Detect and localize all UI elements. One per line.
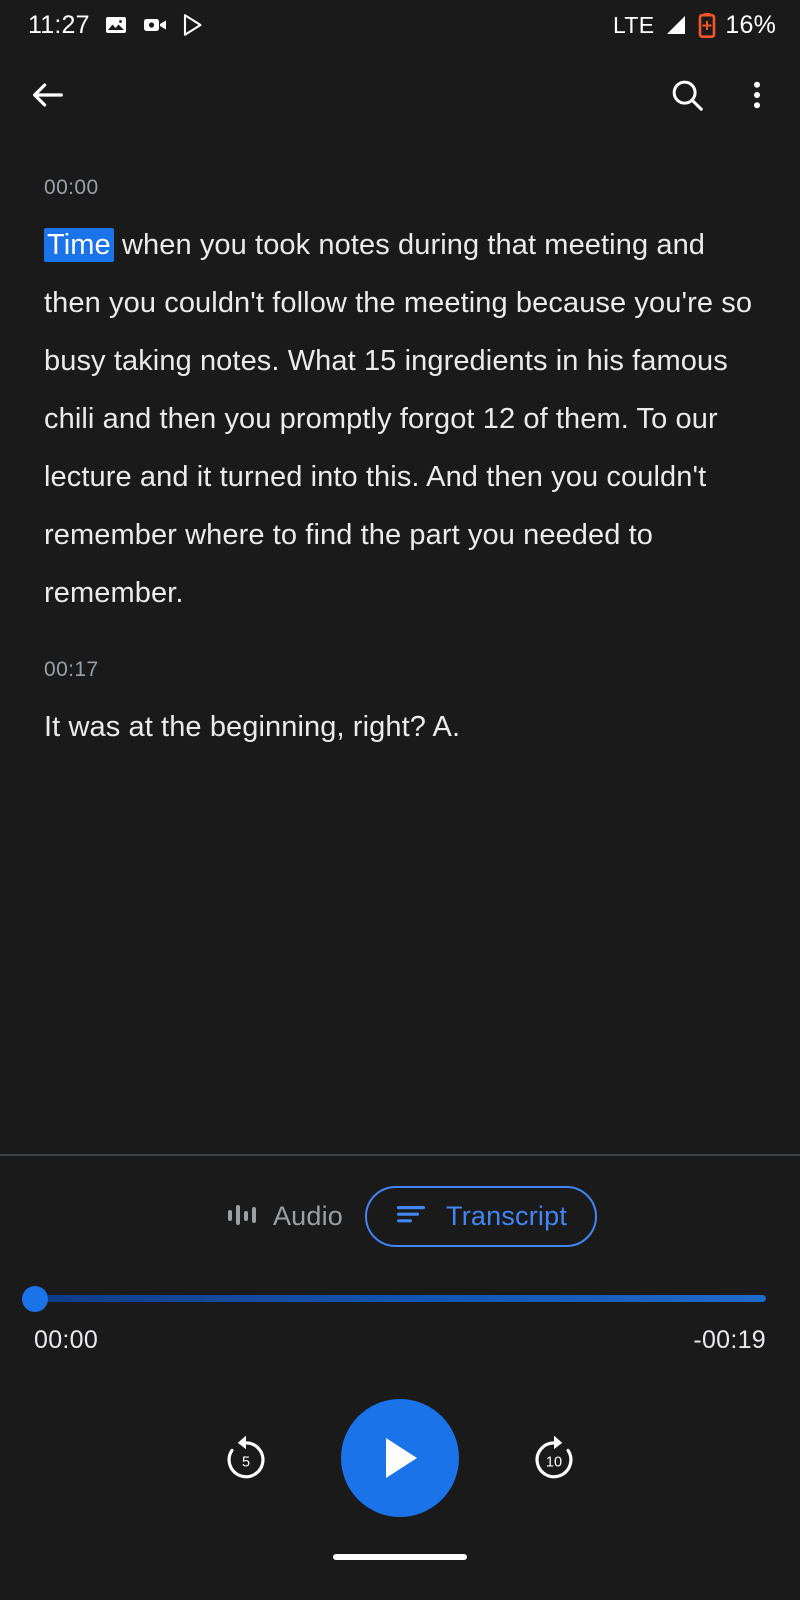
status-bar-right: LTE 16% [613, 11, 776, 40]
photo-icon [104, 13, 128, 37]
battery-percent-label: 16% [725, 10, 776, 39]
segment-timestamp[interactable]: 00:00 [44, 176, 756, 200]
rewind-seconds-text: 5 [242, 1454, 250, 1470]
status-clock: 11:27 [28, 10, 90, 39]
tab-audio-label: Audio [272, 1201, 344, 1231]
network-type-label: LTE [612, 11, 655, 38]
battery-charging-icon [698, 12, 716, 38]
transcript-segment[interactable]: 00:00 Time when you took notes during th… [44, 176, 756, 622]
app-bar [0, 50, 800, 140]
progress-slider[interactable] [0, 1285, 800, 1312]
player-panel: Audio Transcript 00:00 -00:19 5 10 [0, 1156, 800, 1600]
app-bar-actions [668, 76, 772, 114]
video-camera-icon [142, 13, 168, 37]
transcript-segment[interactable]: 00:17 It was at the beginning, right? A. [44, 658, 756, 756]
play-store-icon [182, 13, 204, 37]
status-bar-left: 11:27 [28, 11, 204, 40]
tab-audio[interactable]: Audio [203, 1187, 365, 1246]
waveform-icon [225, 1199, 259, 1234]
rewind-5-icon[interactable]: 5 [217, 1429, 275, 1487]
progress-thumb[interactable] [22, 1285, 48, 1312]
segment-text[interactable]: It was at the beginning, right? A. [44, 698, 756, 756]
playback-controls: 5 10 [0, 1399, 800, 1517]
status-bar: 11:27 LTE 16% [0, 0, 800, 50]
tab-transcript[interactable]: Transcript [365, 1186, 598, 1247]
play-icon [386, 1438, 417, 1478]
segment-text[interactable]: Time when you took notes during that mee… [44, 216, 756, 622]
current-time-label: 00:00 [34, 1326, 99, 1354]
more-vertical-icon[interactable] [742, 76, 772, 114]
tab-transcript-label: Transcript [446, 1201, 568, 1231]
mode-toggle-group: Audio Transcript [0, 1186, 800, 1247]
search-icon[interactable] [668, 76, 706, 114]
gesture-home-bar[interactable] [333, 1554, 467, 1560]
transcript-lines-icon [395, 1201, 429, 1232]
segment-body: when you took notes during that meeting … [44, 229, 753, 609]
highlighted-word[interactable]: Time [44, 228, 114, 262]
back-arrow-icon[interactable] [28, 75, 68, 115]
forward-10-icon[interactable]: 10 [525, 1429, 583, 1487]
transcript-list[interactable]: 00:00 Time when you took notes during th… [0, 140, 800, 1154]
play-button[interactable] [341, 1399, 459, 1517]
time-labels-row: 00:00 -00:19 [0, 1326, 800, 1355]
progress-track[interactable] [22, 1285, 766, 1312]
forward-seconds-text: 10 [546, 1454, 562, 1470]
segment-timestamp[interactable]: 00:17 [44, 658, 756, 682]
remaining-time-label: -00:19 [693, 1326, 766, 1354]
signal-bars-icon [663, 13, 689, 37]
